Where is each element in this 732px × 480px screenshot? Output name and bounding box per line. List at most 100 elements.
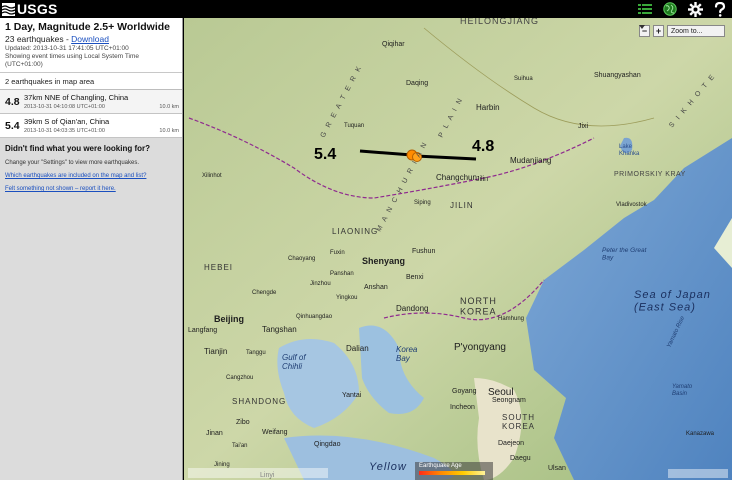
eq-place: 37km NNE of Changling, China	[24, 93, 129, 102]
label-daejeon: Daejeon	[498, 440, 524, 447]
label-heilongjiang: HEILONGJIANG	[460, 18, 539, 26]
label-jixi: Jixi	[578, 123, 589, 130]
earthquake-count-text: 23 earthquakes -	[5, 34, 72, 44]
zoom-to-label: Zoom to...	[671, 27, 703, 35]
label-qingdao: Qingdao	[314, 441, 341, 448]
label-shuangyashan: Shuangyashan	[594, 72, 641, 79]
help-section: Didn't find what you were looking for? C…	[0, 138, 182, 198]
label-yellow-sea: Yellow	[369, 461, 407, 473]
earthquake-list-item[interactable]: 5.4 39km S of Qian'an, China 2013-10-31 …	[0, 114, 182, 138]
label-dandong: Dandong	[396, 304, 428, 313]
legend-color-bar	[419, 471, 485, 475]
label-kanazawa: Kanazawa	[686, 431, 715, 437]
label-yantai: Yantai	[342, 392, 362, 399]
usgs-logo-text: USGS	[17, 1, 58, 17]
in-map-area-count: 2 earthquakes in map area	[0, 73, 182, 90]
earthquake-list: 4.8 37km NNE of Changling, China 2013-10…	[0, 90, 182, 138]
label-jinzhou: Jinzhou	[310, 281, 331, 287]
eq-time: 2013-10-31 04:03:35 UTC+01:00	[24, 128, 105, 134]
label-jilin-province: JILIN	[450, 201, 474, 210]
label-harbin: Harbin	[476, 103, 500, 112]
earthquake-count: 23 earthquakes - Download	[5, 34, 177, 44]
settings-hint: Change your "Settings" to view more eart…	[5, 160, 139, 166]
label-weifang: Weifang	[262, 429, 288, 436]
gear-icon[interactable]	[687, 1, 703, 17]
label-shenyang: Shenyang	[362, 256, 405, 266]
earthquake-list-item[interactable]: 4.8 37km NNE of Changling, China 2013-10…	[0, 90, 182, 114]
label-dalian: Dalian	[346, 344, 369, 353]
label-primorskiy: PRIMORSKIY KRAY	[614, 171, 686, 178]
label-changchun: Changchun	[436, 173, 477, 182]
label-daegu: Daegu	[510, 455, 531, 462]
label-beijing: Beijing	[214, 314, 244, 324]
label-fuxin: Fuxin	[330, 250, 345, 256]
label-vladivostok: Vladivostok	[616, 202, 648, 208]
zoom-to-select[interactable]: Zoom to...	[639, 25, 725, 37]
map-controls: − + Zoom to...	[639, 25, 725, 37]
label-suihua: Suihua	[514, 76, 533, 82]
label-seongnam: Seongnam	[492, 397, 526, 404]
download-link[interactable]: Download	[71, 34, 109, 44]
event-list-sidebar: 1 Day, Magnitude 2.5+ Worldwide 23 earth…	[0, 18, 183, 480]
label-fushun: Fushun	[412, 248, 435, 255]
legend-title: Earthquake Age	[419, 463, 462, 469]
list-icon[interactable]	[637, 1, 653, 17]
earthquake-age-legend[interactable]: Earthquake Age	[415, 462, 493, 480]
label-shandong: SHANDONG	[232, 397, 286, 406]
label-mudanjiang: Mudanjiang	[510, 156, 551, 165]
earthquake-map-app: USGS 1 Day, Magnitude 2.5+ Worldwide 23 …	[0, 0, 732, 480]
label-liaoning: LIAONING	[332, 227, 378, 236]
globe-icon[interactable]	[662, 1, 678, 17]
updated-time: Updated: 2013-10-31 17:41:05 UTC+01:00	[5, 45, 129, 52]
label-south-korea: SOUTH KOREA	[502, 413, 535, 431]
help-icon[interactable]	[712, 1, 728, 17]
map-view[interactable]: 5.4 4.8 HEILONGJIANG Qiqihar Daqing Harb…	[184, 18, 732, 480]
usgs-logo[interactable]: USGS	[2, 1, 57, 17]
label-hamhung: Hamhung	[498, 316, 524, 322]
label-zibo: Zibo	[236, 419, 250, 426]
label-taian: Tai'an	[232, 443, 248, 449]
label-xilinhot: Xilinhot	[202, 173, 222, 179]
report-felt-link[interactable]: Felt something not shown – report it her…	[5, 186, 177, 192]
label-langfang: Langfang	[188, 327, 217, 334]
feed-summary: 1 Day, Magnitude 2.5+ Worldwide 23 earth…	[0, 18, 182, 73]
label-incheon: Incheon	[450, 404, 475, 411]
label-chengde: Chengde	[252, 290, 277, 296]
label-jilin-city: Jilin	[476, 176, 488, 183]
label-siping: Siping	[414, 200, 431, 206]
label-cangzhou: Cangzhou	[226, 375, 253, 381]
label-tanggu: Tanggu	[246, 350, 266, 356]
callout-mag-left: 5.4	[314, 146, 336, 163]
label-benxi: Benxi	[406, 274, 424, 281]
map-attribution	[188, 468, 328, 478]
eq-depth: 10.0 km	[159, 128, 179, 134]
usgs-wave-icon	[2, 2, 15, 16]
eq-place: 39km S of Qian'an, China	[24, 117, 110, 126]
label-tuquan: Tuquan	[344, 123, 364, 129]
label-panshan: Panshan	[330, 271, 354, 277]
label-pyongyang: P'yongyang	[454, 342, 506, 353]
label-tianjin: Tianjin	[204, 347, 227, 356]
label-hebei: HEBEI	[204, 263, 233, 272]
feed-title: 1 Day, Magnitude 2.5+ Worldwide	[5, 21, 171, 33]
map-canvas[interactable]: 5.4 4.8 HEILONGJIANG Qiqihar Daqing Harb…	[184, 18, 732, 480]
callout-mag-right: 4.8	[472, 138, 494, 155]
which-earthquakes-link[interactable]: Which earthquakes are included on the ma…	[5, 173, 177, 179]
map-copyright	[668, 469, 728, 478]
label-ulsan: Ulsan	[548, 465, 566, 472]
chevron-down-icon	[639, 25, 645, 29]
header-bar: USGS	[0, 0, 732, 18]
label-jinan: Jinan	[206, 430, 223, 437]
label-north-korea: NORTH KOREA	[460, 296, 497, 316]
zoom-in-button[interactable]: +	[653, 25, 664, 37]
label-tangshan: Tangshan	[262, 325, 297, 334]
eq-magnitude: 5.4	[5, 120, 20, 132]
label-anshan: Anshan	[364, 284, 388, 291]
eq-time: 2013-10-31 04:10:08 UTC+01:00	[24, 104, 105, 110]
label-chaoyang: Chaoyang	[288, 256, 315, 262]
help-title: Didn't find what you were looking for?	[5, 144, 151, 153]
timezone-note: Showing event times using Local System T…	[5, 53, 140, 68]
label-yingkou: Yingkou	[336, 295, 357, 301]
label-qiqihar: Qiqihar	[382, 41, 405, 48]
label-daqing: Daqing	[406, 80, 428, 87]
